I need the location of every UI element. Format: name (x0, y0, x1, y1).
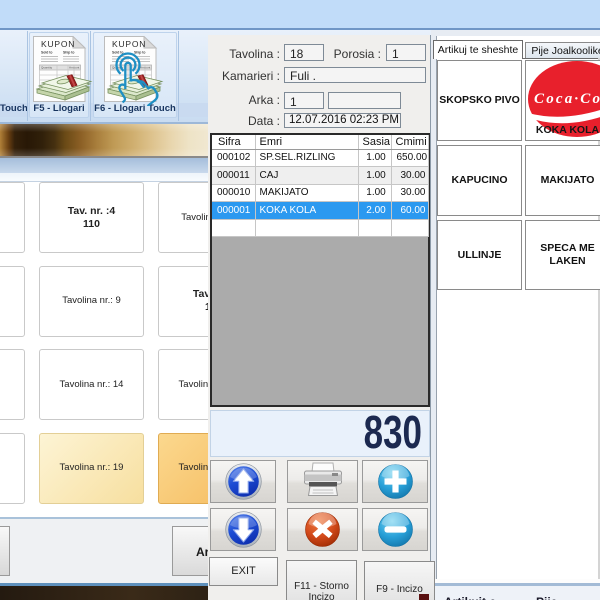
svg-text:Quantity: Quantity (41, 66, 53, 70)
svg-text:Ship to: Ship to (134, 51, 146, 55)
svg-text:Sold to: Sold to (41, 51, 53, 55)
svg-text:KUPON: KUPON (112, 39, 146, 49)
svg-text:Sold to: Sold to (112, 51, 124, 55)
svg-text:Coca·Cola: Coca·Cola (534, 91, 600, 107)
svg-text:KUPON: KUPON (41, 39, 75, 49)
svg-text:KOKA KOLA: KOKA KOLA (536, 124, 600, 136)
svg-text:Ship to: Ship to (63, 51, 75, 55)
